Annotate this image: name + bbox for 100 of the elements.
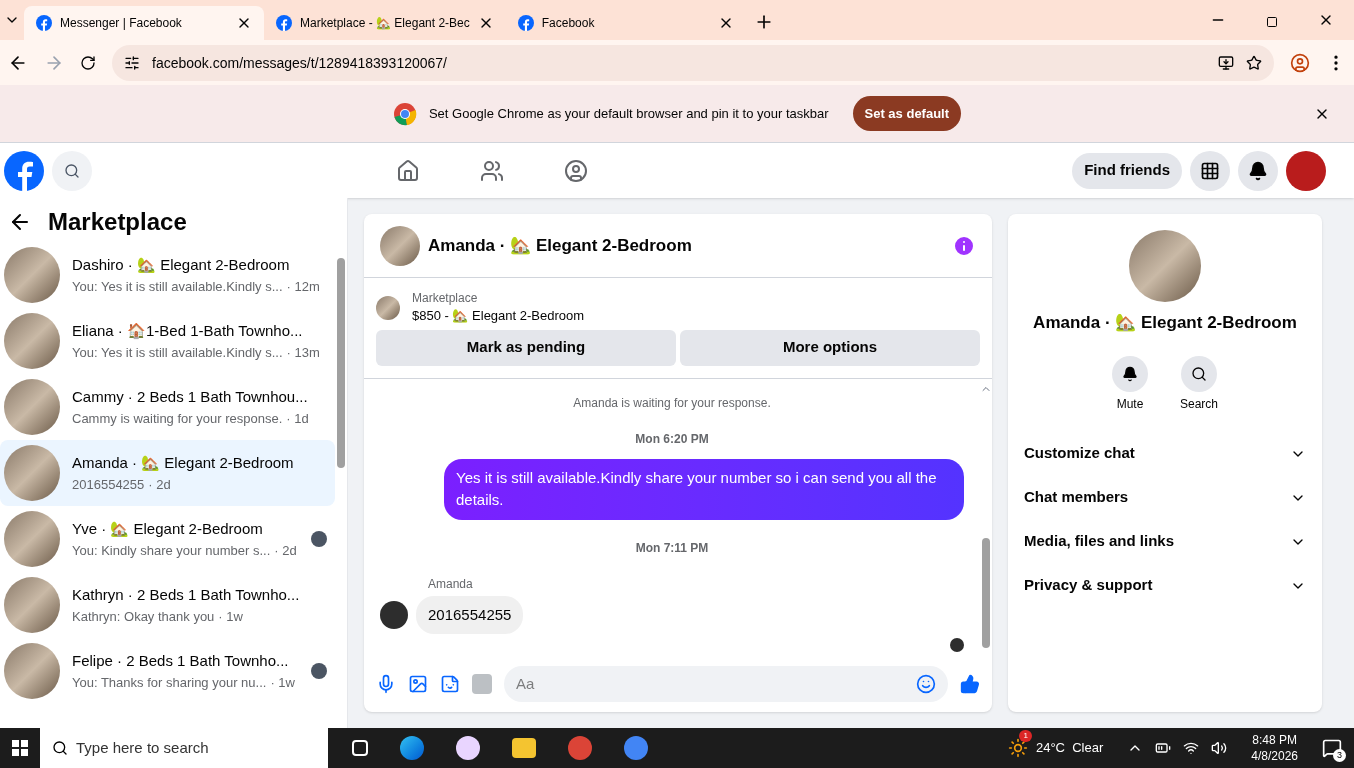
restore-icon[interactable] [1266,16,1278,28]
notice-text: Amanda is waiting for your response. [572,394,772,411]
details-title: Amanda · 🏡 Elegant 2-Bedroom [1033,312,1297,334]
photo-icon[interactable] [408,674,428,694]
url-text: facebook.com/messages/t/1289418393120067/ [152,53,448,73]
facebook-favicon-icon [517,15,534,31]
message-time: · 2d [274,541,297,560]
facebook-favicon-icon [36,15,52,31]
tab-title: Messenger | Facebook [60,15,183,31]
message-time: · 1d [286,409,309,428]
conversation-item[interactable]: Cammy · 2 Beds 1 Bath Townhou... Cammy is waiting for your response. · 1d [0,374,335,440]
tab-title: Facebook [541,15,596,31]
scrollbar-thumb[interactable] [982,538,990,648]
sidebar-title: Marketplace [48,207,187,237]
bell-icon [1248,160,1268,181]
conversation-item[interactable]: Yve · 🏡 Elegant 2-Bedroom You: Kindly share your number s... · 2d [0,506,335,572]
message-preview: You: Thanks for sharing your nu... [72,673,267,692]
conversation-title: Amanda · 🏡 Elegant 2-Bedroom [72,453,295,473]
like-icon[interactable] [960,674,980,694]
profile-icon[interactable] [1290,52,1310,73]
search-icon [52,740,68,756]
outgoing-message: Yes it is still available.Kindly share your number so i can send you all the details. [444,458,964,520]
listing-action-button[interactable]: More options [680,329,980,366]
search-icon [1191,365,1207,382]
message-time: · 1w [218,607,243,626]
bell-icon [1122,365,1138,382]
details-section[interactable]: Privacy & support [1024,563,1306,608]
find-friends-button[interactable]: Find friends [1072,152,1182,189]
search-button[interactable] [52,150,92,191]
sender-avatar [380,600,408,629]
listing-action-button[interactable]: Mark as pending [376,329,676,366]
taskbar-search-placeholder: Type here to search [76,737,209,758]
install-icon[interactable] [1218,54,1234,71]
search-icon [64,162,80,179]
conversation-title: Yve · 🏡 Elegant 2-Bedroom [72,519,264,539]
message-preview: You: Kindly share your number s... [72,541,271,560]
chat-title: Amanda · 🏡 Elegant 2-Bedroom [428,234,693,257]
clock-time: 8:48 PM [1252,732,1297,748]
conversation-item[interactable]: Felipe · 2 Beds 1 Bath Townho... You: Thanks for sharing your nu... · 1w [0,638,335,704]
address-bar[interactable]: facebook.com/messages/t/1289418393120067/ [112,44,1274,81]
message-time: · 12m [286,277,320,296]
menu-button[interactable] [1190,150,1230,191]
conversation-title: Felipe · 2 Beds 1 Bath Townho... [72,651,290,671]
home-icon[interactable] [396,158,421,183]
windows-start-icon[interactable] [12,740,28,756]
browser-tab[interactable]: Marketplace - 🏡 Elegant 2-Bec [264,6,506,40]
battery-icon[interactable] [1155,740,1172,756]
listing-label: Marketplace [412,290,479,306]
photo-placeholder [4,379,60,435]
message-time: · 13m [286,343,320,362]
photo-placeholder [4,643,60,699]
facebook-favicon-icon [276,15,292,31]
message-input[interactable]: Aa [516,672,916,696]
message-preview: Kathryn: Okay thank you [72,607,215,626]
photo-placeholder [380,225,420,266]
volume-icon[interactable] [1211,740,1228,756]
bookmark-icon[interactable] [1246,54,1262,71]
read-receipt-avatar [950,638,964,652]
emoji-icon[interactable] [916,674,936,694]
message-time: · 1w [270,673,295,692]
conversation-item[interactable]: Eliana · 🏠1-Bed 1-Bath Townho... You: Yes it is still available.Kindly s... · 13m [0,308,335,374]
facebook-logo-icon[interactable] [4,150,44,191]
timestamp: Mon 7:11 PM [634,539,710,556]
weather-text: 24°C Clear [1035,739,1104,758]
message-preview: You: Yes it is still available.Kindly s... [72,277,283,296]
profile-avatar[interactable] [1286,150,1326,191]
wifi-icon[interactable] [1183,740,1200,756]
browser-tab[interactable]: Facebook [505,6,746,40]
friends-icon[interactable] [480,158,505,183]
conversation-item[interactable]: Dashiro · 🏡 Elegant 2-Bedroom You: Yes it is still available.Kindly s... · 12m [0,242,335,308]
site-settings-icon[interactable] [124,54,140,71]
message-preview: Cammy is waiting for your response. [72,409,283,428]
message-preview: You: Yes it is still available.Kindly s... [72,343,283,362]
microphone-icon[interactable] [376,674,396,694]
scrollbar-thumb[interactable] [337,258,345,468]
message-preview: 2016554255 [72,475,145,494]
clock-date: 4/8/2026 [1251,748,1298,764]
sticker-icon[interactable] [440,674,460,694]
weather-icon [1007,738,1028,758]
conversation-item[interactable]: Amanda · 🏡 Elegant 2-Bedroom 2016554255 · 2d [0,440,335,506]
message-field[interactable]: Aa [504,666,948,702]
conversation-title: Eliana · 🏠1-Bed 1-Bath Townho... [72,321,304,341]
taskbar-search-field[interactable]: Type here to search [40,728,328,768]
conversation-title: Cammy · 2 Beds 1 Bath Townhou... [72,387,309,407]
conversation-item[interactable]: Kathryn · 2 Beds 1 Bath Townho... Kathryn: Okay thank you · 1w [0,572,335,638]
details-section[interactable]: Customize chat [1024,431,1306,476]
weather-badge: 1 [1019,730,1032,742]
chrome-logo-icon [392,101,417,126]
reload-icon[interactable] [80,54,96,71]
conversation-title: Dashiro · 🏡 Elegant 2-Bedroom [72,255,291,275]
details-section[interactable]: Chat members [1024,475,1306,520]
photo-placeholder [4,247,60,303]
notifications-button[interactable] [1238,150,1278,191]
tab-title: Marketplace - 🏡 Elegant 2-Bec [300,15,470,31]
browser-tab[interactable]: Messenger | Facebook [24,6,264,40]
set-default-button[interactable]: Set as default [852,95,962,132]
details-section[interactable]: Media, files and links [1024,519,1306,564]
listing-price: $850 - 🏡 Elegant 2-Bedroom [412,307,585,325]
photo-placeholder [376,295,400,320]
notification-count: 3 [1333,748,1346,762]
